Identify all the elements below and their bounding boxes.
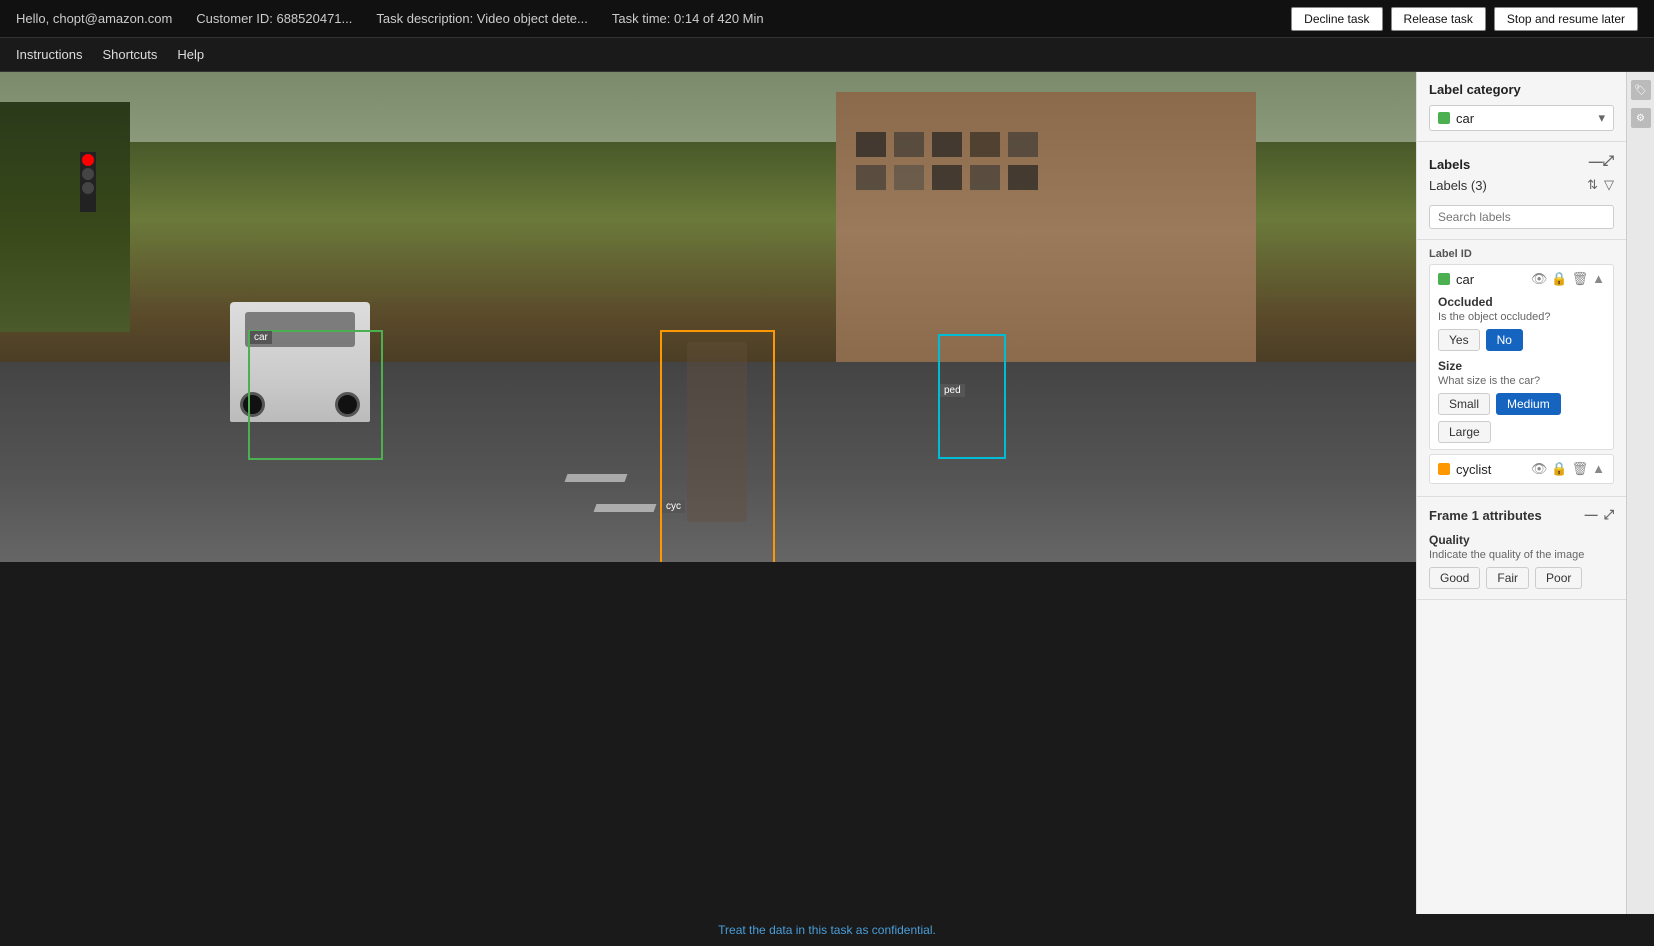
- right-panel: Label category car ▾ Labels — ⤢ Labels (…: [1416, 72, 1626, 914]
- filter-labels-icon[interactable]: ▽: [1604, 177, 1614, 193]
- category-color-swatch: [1438, 112, 1450, 124]
- label-category-header: Label category: [1429, 82, 1614, 97]
- car-collapse-icon[interactable]: ▲: [1592, 271, 1605, 287]
- occluded-title: Occluded: [1438, 295, 1605, 309]
- stop-resume-button[interactable]: Stop and resume later: [1494, 7, 1638, 31]
- release-task-button[interactable]: Release task: [1391, 7, 1486, 31]
- size-desc: What size is the car?: [1438, 375, 1605, 387]
- frame-attr-collapse-icon[interactable]: —: [1585, 507, 1598, 523]
- label-category-select[interactable]: car ▾: [1429, 105, 1614, 131]
- video-frame[interactable]: car cyc ped: [0, 72, 1416, 914]
- size-medium-button[interactable]: Medium: [1496, 393, 1561, 415]
- topbar: Hello, chopt@amazon.com Customer ID: 688…: [0, 0, 1654, 38]
- frame-attr-title: Frame 1 attributes: [1429, 508, 1542, 523]
- frame-attributes-section: Frame 1 attributes — ⤢ Quality Indicate …: [1417, 497, 1626, 600]
- expand-labels-icon[interactable]: ⤢: [1603, 152, 1614, 169]
- quality-poor-button[interactable]: Poor: [1535, 567, 1582, 589]
- occluded-yes-button[interactable]: Yes: [1438, 329, 1480, 351]
- car-label-icons: 👁 🔒 🗑 ▲: [1531, 271, 1605, 287]
- quality-attr: Quality Indicate the quality of the imag…: [1429, 533, 1614, 589]
- confidence-strip: Treat the data in this task as confident…: [0, 914, 1654, 946]
- frame-attr-expand-icon[interactable]: ⤢: [1604, 507, 1614, 523]
- search-labels-input[interactable]: [1429, 205, 1614, 229]
- frame-attr-header: Frame 1 attributes — ⤢: [1429, 507, 1614, 523]
- road: [0, 362, 1416, 562]
- car-label-header: car 👁 🔒 🗑 ▲: [1438, 271, 1605, 287]
- cyclist-color-swatch: [1438, 463, 1450, 475]
- cyclist-label-item: cyclist 👁 🔒 🗑 ▲: [1429, 454, 1614, 484]
- label-id-title: Label ID: [1429, 248, 1614, 260]
- panel-tab-labels[interactable]: 🏷: [1631, 80, 1651, 100]
- menu-shortcuts[interactable]: Shortcuts: [102, 47, 157, 62]
- customer-id: Customer ID: 688520471...: [196, 11, 352, 26]
- labels-header-row: Labels — ⤢: [1429, 152, 1614, 177]
- cyclist-lock-icon[interactable]: 🔒: [1551, 461, 1567, 477]
- cyclist-label-icons: 👁 🔒 🗑 ▲: [1531, 461, 1605, 477]
- task-desc: Task description: Video object dete...: [376, 11, 588, 26]
- size-small-button[interactable]: Small: [1438, 393, 1490, 415]
- quality-buttons: Good Fair Poor: [1429, 567, 1614, 589]
- decline-task-button[interactable]: Decline task: [1291, 7, 1382, 31]
- category-dropdown-arrow: ▾: [1598, 110, 1605, 126]
- sort-labels-icon[interactable]: ⇅: [1587, 177, 1598, 193]
- quality-fair-button[interactable]: Fair: [1486, 567, 1529, 589]
- panel-tabs: 🏷 ⚙: [1626, 72, 1654, 914]
- topbar-right: Decline task Release task Stop and resum…: [1291, 7, 1638, 31]
- cyclist-collapse-icon[interactable]: ▲: [1592, 461, 1605, 477]
- category-name: car: [1456, 111, 1592, 126]
- occluded-buttons: Yes No: [1438, 329, 1605, 351]
- canvas-area: car cyc ped ▶ ⏮ /10 frames: [0, 72, 1416, 914]
- labels-header-icons: — ⤢: [1589, 152, 1614, 169]
- greeting: Hello, chopt@amazon.com: [16, 11, 172, 26]
- task-time: Task time: 0:14 of 420 Min: [612, 11, 764, 26]
- topbar-left: Hello, chopt@amazon.com Customer ID: 688…: [16, 11, 764, 26]
- building: [836, 92, 1256, 372]
- car-color-swatch: [1438, 273, 1450, 285]
- car-visual: [230, 302, 370, 422]
- quality-good-button[interactable]: Good: [1429, 567, 1480, 589]
- size-title: Size: [1438, 359, 1605, 373]
- cyclist-label-header: cyclist 👁 🔒 🗑 ▲: [1438, 461, 1605, 477]
- occluded-desc: Is the object occluded?: [1438, 311, 1605, 323]
- main-area: car cyc ped ▶ ⏮ /10 frames: [0, 72, 1654, 914]
- car-delete-icon[interactable]: 🗑: [1572, 271, 1589, 287]
- labels-section: Labels — ⤢ Labels (3) ⇅ ▽: [1417, 142, 1626, 240]
- occluded-no-button[interactable]: No: [1486, 329, 1523, 351]
- car-label-item: car 👁 🔒 🗑 ▲ Occluded Is the object occlu…: [1429, 264, 1614, 450]
- car-lock-icon[interactable]: 🔒: [1551, 271, 1567, 287]
- menu-help[interactable]: Help: [177, 47, 204, 62]
- quality-desc: Indicate the quality of the image: [1429, 549, 1614, 561]
- dark-canvas-strip: [0, 562, 1416, 914]
- frame-attr-icons: — ⤢: [1585, 507, 1614, 523]
- menu-instructions[interactable]: Instructions: [16, 47, 82, 62]
- quality-title: Quality: [1429, 533, 1614, 547]
- menubar: Instructions Shortcuts Help: [0, 38, 1654, 72]
- label-id-section: Label ID car 👁 🔒 🗑 ▲ Occluded Is the obj…: [1417, 240, 1626, 497]
- labels-title: Labels: [1429, 157, 1470, 172]
- labels-count-row: Labels (3) ⇅ ▽: [1429, 177, 1614, 193]
- confidence-text: Treat the data in this task as confident…: [718, 923, 936, 937]
- size-attr: Size What size is the car? Small Medium …: [1438, 359, 1605, 443]
- trees-left: [0, 102, 130, 332]
- cyclist-label-name: cyclist: [1456, 462, 1525, 477]
- labels-filter-icons: ⇅ ▽: [1587, 177, 1614, 193]
- panel-tab-settings[interactable]: ⚙: [1631, 108, 1651, 128]
- occluded-attr: Occluded Is the object occluded? Yes No: [1438, 295, 1605, 351]
- cyclist-delete-icon[interactable]: 🗑: [1572, 461, 1589, 477]
- label-category-title: Label category: [1429, 82, 1521, 97]
- car-label-name: car: [1456, 272, 1525, 287]
- labels-count: Labels (3): [1429, 178, 1487, 193]
- label-category-section: Label category car ▾: [1417, 72, 1626, 142]
- traffic-light: [80, 152, 96, 212]
- collapse-labels-icon[interactable]: —: [1589, 153, 1603, 169]
- cyclist-hide-icon[interactable]: 👁: [1531, 461, 1548, 477]
- size-buttons: Small Medium Large: [1438, 393, 1605, 443]
- car-hide-icon[interactable]: 👁: [1531, 271, 1548, 287]
- size-large-button[interactable]: Large: [1438, 421, 1491, 443]
